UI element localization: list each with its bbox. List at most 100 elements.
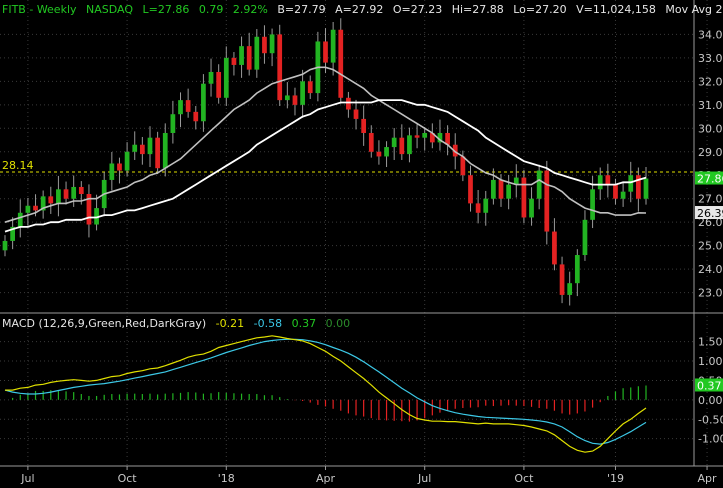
candle-body xyxy=(117,163,122,171)
header-volume: V=11,024,158 xyxy=(576,3,656,16)
candle-body xyxy=(246,46,252,70)
candle-body xyxy=(208,71,214,84)
candle-body xyxy=(483,198,489,213)
candle-body xyxy=(574,255,580,284)
candle-body xyxy=(162,132,168,169)
candle-body xyxy=(338,29,344,98)
candle-body xyxy=(139,144,145,155)
header-exchange: NASDAQ xyxy=(86,3,133,16)
header-change: 0.79 xyxy=(199,3,224,16)
time-tick-label: Apr xyxy=(698,472,718,485)
candle-body xyxy=(216,71,222,98)
candle-body xyxy=(391,137,397,148)
price-tick-label: 23.00 xyxy=(698,287,723,300)
last-price-label: 27.86 xyxy=(697,173,723,186)
candle-body xyxy=(368,132,374,152)
header-study: Mov Avg 2 Lines (Close,20 xyxy=(665,3,723,16)
candle-body xyxy=(384,147,389,157)
header-ask: A=27.92 xyxy=(335,3,383,16)
candle-body xyxy=(231,57,237,65)
header-bid: B=27.79 xyxy=(277,3,325,16)
candle-body xyxy=(475,203,481,213)
candle-body xyxy=(2,240,8,251)
candle-body xyxy=(185,100,191,112)
price-tick-label: 24.00 xyxy=(698,263,723,276)
macd-value-zero: 0.00 xyxy=(326,317,351,330)
candle-body xyxy=(597,175,603,190)
candle-body xyxy=(422,132,428,138)
chart-header: FITB - Weekly NASDAQ L=27.86 0.79 2.92% … xyxy=(2,3,723,16)
price-tick-label: 29.00 xyxy=(698,146,723,159)
header-low: Lo=27.20 xyxy=(513,3,566,16)
candle-body xyxy=(498,179,504,199)
time-tick-label: Jul xyxy=(417,472,431,485)
macd-value-signal: -0.58 xyxy=(254,317,282,330)
candle-body xyxy=(361,118,367,133)
candle-body xyxy=(277,34,283,101)
time-tick-label: Oct xyxy=(514,472,534,485)
candle-body xyxy=(170,114,176,133)
candle-body xyxy=(605,175,611,185)
candle-body xyxy=(300,81,305,105)
candle-body xyxy=(346,97,351,110)
candle-body xyxy=(323,41,328,63)
candle-body xyxy=(552,231,557,265)
candle-body xyxy=(521,177,527,218)
candle-body xyxy=(613,184,618,199)
candle-body xyxy=(147,137,153,155)
candle-body xyxy=(71,186,77,199)
candle-body xyxy=(178,100,183,115)
candle-body xyxy=(506,184,512,199)
macd-hist-label: 0.37 xyxy=(697,379,722,392)
candle-body xyxy=(132,144,138,152)
candle-body xyxy=(407,135,412,155)
candle-body xyxy=(269,34,275,54)
candle-body xyxy=(643,178,649,199)
time-tick-label: Jul xyxy=(20,472,34,485)
candle-body xyxy=(590,189,595,220)
time-tick-label: Apr xyxy=(316,472,336,485)
candle-body xyxy=(239,46,244,65)
candle-body xyxy=(223,57,229,98)
candle-body xyxy=(330,29,336,63)
price-tick-label: 30.00 xyxy=(698,122,723,135)
candle-body xyxy=(56,189,61,204)
time-tick-label: '18 xyxy=(218,472,235,485)
candle-body xyxy=(376,151,382,157)
candle-body xyxy=(155,137,160,169)
macd-value-macd: -0.21 xyxy=(216,317,244,330)
candle-body xyxy=(17,212,23,227)
candle-body xyxy=(307,81,313,94)
candle-body xyxy=(193,111,199,122)
candle-body xyxy=(582,219,588,256)
candle-body xyxy=(399,137,405,155)
macd-tick-label: 1.00 xyxy=(698,355,723,368)
candle-body xyxy=(292,95,298,105)
price-tick-label: 32.00 xyxy=(698,75,723,88)
candle-body xyxy=(567,283,573,295)
time-tick-label: '19 xyxy=(607,472,624,485)
header-high: Hi=27.88 xyxy=(452,3,504,16)
header-symbol: FITB xyxy=(2,3,26,16)
candle-body xyxy=(63,189,69,199)
candle-body xyxy=(414,135,420,138)
candle-body xyxy=(33,205,38,211)
price-tick-label: 34.00 xyxy=(698,28,723,41)
candle-body xyxy=(536,170,542,199)
macd-tick-label: 1.50 xyxy=(698,336,723,349)
macd-value-hist: 0.37 xyxy=(292,317,317,330)
candle-body xyxy=(491,179,496,199)
candle-body xyxy=(628,175,634,192)
candle-body xyxy=(201,83,206,122)
macd-tick-label: -0.50 xyxy=(698,413,723,426)
candle-body xyxy=(124,151,130,171)
stock-chart: 28.14 34.0033.0032.0031.0030.0029.0028.0… xyxy=(0,0,723,488)
candle-body xyxy=(529,198,534,218)
price-tick-label: 33.00 xyxy=(698,52,723,65)
candle-body xyxy=(620,191,626,199)
header-sep: - xyxy=(29,3,36,16)
price-tick-label: 25.00 xyxy=(698,240,723,253)
candle-body xyxy=(78,186,84,195)
candle-body xyxy=(109,163,115,180)
price-tick-label: 27.00 xyxy=(698,193,723,206)
